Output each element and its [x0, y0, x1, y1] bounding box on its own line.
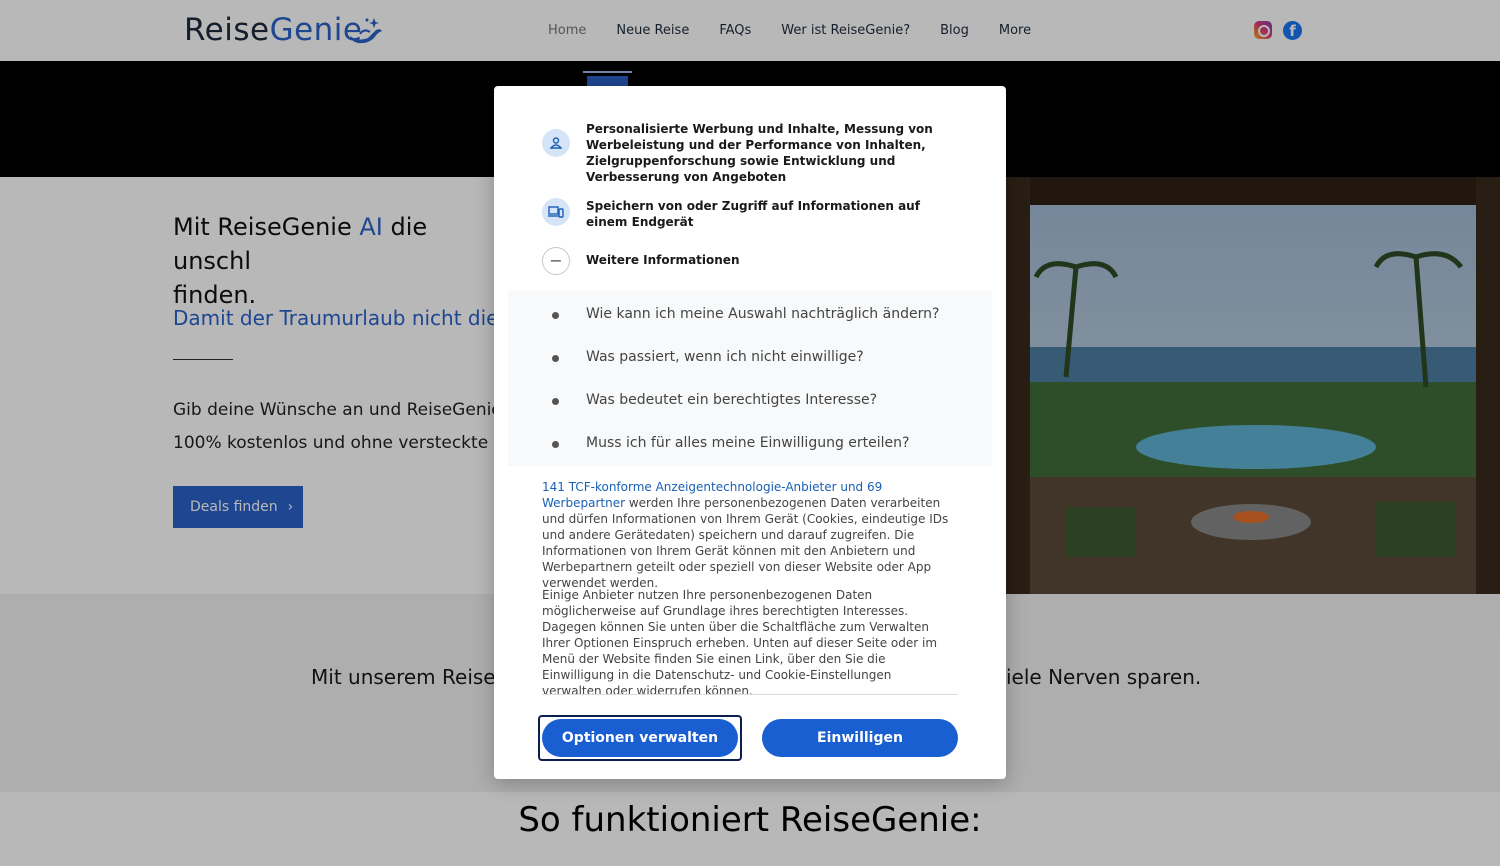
- bullet-icon: [552, 312, 559, 319]
- vendors-info-text: werden Ihre personenbezogenen Daten vera…: [542, 496, 949, 590]
- faq-text: Muss ich für alles meine Einwilligung er…: [586, 435, 910, 451]
- person-icon: [542, 129, 570, 157]
- minus-icon[interactable]: −: [542, 247, 570, 275]
- dialog-divider: [542, 694, 958, 695]
- more-info-label[interactable]: Weitere Informationen: [586, 253, 739, 267]
- consent-button[interactable]: Einwilligen: [762, 719, 958, 757]
- purpose-text: Speichern von oder Zugriff auf Informati…: [586, 199, 920, 229]
- bullet-icon: [552, 398, 559, 405]
- bullet-icon: [552, 355, 559, 362]
- devices-icon: [542, 198, 570, 226]
- purpose-text: Personalisierte Werbung und Inhalte, Mes…: [586, 122, 933, 184]
- faq-text: Was passiert, wenn ich nicht einwillige?: [586, 349, 864, 365]
- faq-text: Was bedeutet ein berechtigtes Interesse?: [586, 392, 878, 408]
- legitimate-interest-info: Einige Anbieter nutzen Ihre personenbezo…: [542, 588, 938, 698]
- consent-dialog: Personalisierte Werbung und Inhalte, Mes…: [494, 86, 1006, 779]
- bullet-icon: [552, 441, 559, 448]
- manage-options-button[interactable]: Optionen verwalten: [542, 719, 738, 757]
- vendors-info: 141 TCF-konforme Anzeigentechnologie-Anb…: [542, 479, 954, 591]
- faq-text: Wie kann ich meine Auswahl nachträglich …: [586, 306, 940, 322]
